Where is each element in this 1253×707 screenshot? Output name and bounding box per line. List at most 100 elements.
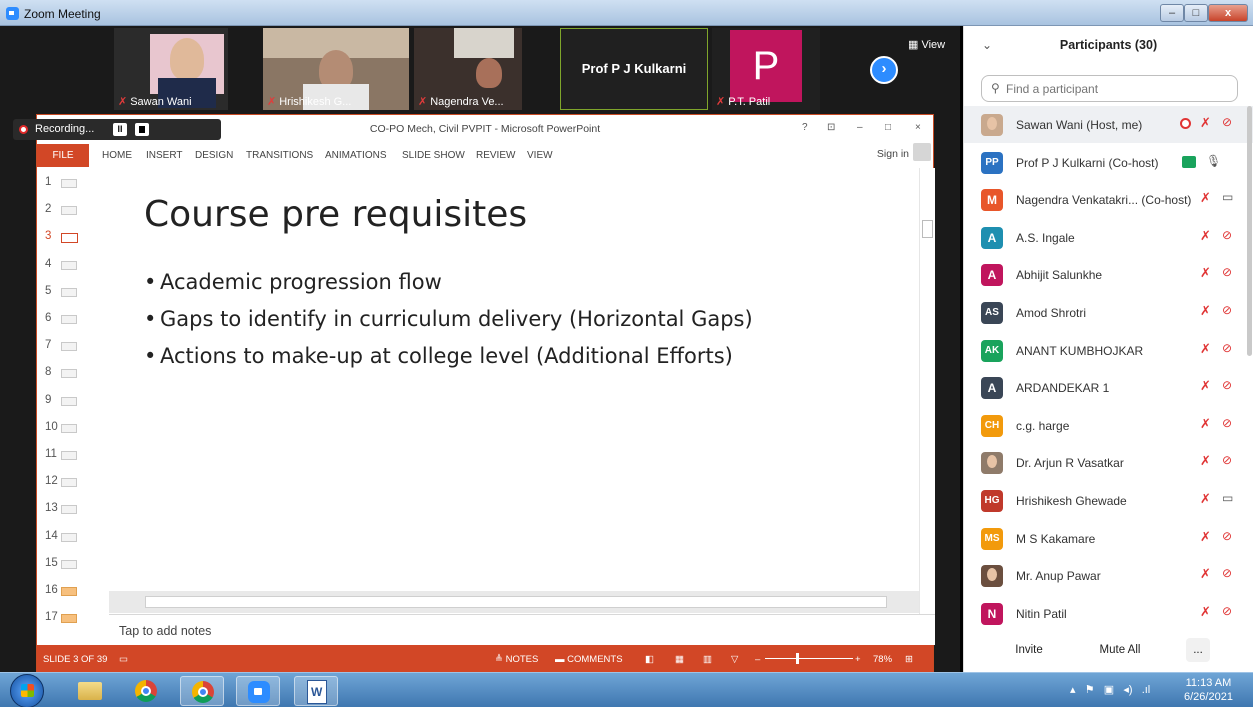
video-off-icon[interactable]: ⊘: [1222, 303, 1232, 317]
video-off-icon[interactable]: ⊘: [1222, 341, 1232, 355]
slideshow-view-icon[interactable]: ▽: [731, 654, 738, 665]
slide-thumbnail-number[interactable]: 8: [45, 366, 51, 378]
slide-bullet[interactable]: • Academic progression flow: [144, 270, 442, 294]
help-button[interactable]: ?: [802, 122, 808, 133]
zoom-slider[interactable]: [765, 658, 853, 659]
ppt-minimize-button[interactable]: –: [857, 122, 863, 133]
participant-row[interactable]: M Nagendra Venkatakri... (Co-host) ✗ ▭: [964, 181, 1253, 218]
slide-thumbnail-number[interactable]: 12: [45, 475, 58, 487]
tab-transitions[interactable]: TRANSITIONS: [246, 150, 313, 161]
slide-vertical-scrollbar[interactable]: [919, 168, 935, 614]
slide-thumbnail-number[interactable]: 5: [45, 285, 51, 297]
slide-thumbnail[interactable]: [61, 587, 77, 596]
mic-on-icon[interactable]: 🎙: [1206, 154, 1221, 168]
muted-mic-icon[interactable]: ✗: [1200, 566, 1211, 582]
video-off-icon[interactable]: ⊘: [1222, 416, 1232, 430]
maximize-button[interactable]: □: [1184, 4, 1208, 22]
muted-mic-icon[interactable]: ✗: [1200, 341, 1211, 357]
video-icon[interactable]: ▭: [1222, 491, 1233, 505]
notes-button[interactable]: ≜ NOTES: [495, 654, 538, 665]
taskbar-word[interactable]: [294, 676, 338, 706]
slide-thumbnail[interactable]: [61, 451, 77, 460]
slide-thumbnail-number[interactable]: 15: [45, 557, 58, 569]
slide-title[interactable]: Course pre requisites: [144, 194, 527, 235]
participant-row[interactable]: N Nitin Patil ✗ ⊘: [964, 595, 1253, 632]
network-icon[interactable]: ▣: [1104, 684, 1114, 696]
system-tray[interactable]: ▴ ⚑ ▣ ◂) .ıl: [1070, 683, 1150, 696]
video-off-icon[interactable]: ⊘: [1222, 453, 1232, 467]
slide-thumbnail-number[interactable]: 9: [45, 394, 51, 406]
scroll-thumb[interactable]: [145, 596, 887, 608]
flag-icon[interactable]: ⚑: [1085, 684, 1095, 696]
video-off-icon[interactable]: ⊘: [1222, 265, 1232, 279]
view-button[interactable]: ▦ View: [908, 38, 945, 51]
slide-thumbnail-number[interactable]: 6: [45, 312, 51, 324]
more-button[interactable]: ...: [1186, 638, 1210, 662]
fit-slide-icon[interactable]: ⊞: [905, 654, 913, 665]
tab-review[interactable]: REVIEW: [476, 150, 515, 161]
slide-thumbnail[interactable]: [61, 315, 77, 324]
slide-thumbnail[interactable]: [61, 614, 77, 624]
slide-thumbnail-number[interactable]: 1: [45, 176, 51, 188]
next-page-arrow-icon[interactable]: ›: [870, 56, 898, 84]
scroll-thumb[interactable]: [922, 220, 933, 238]
file-tab[interactable]: FILE: [37, 144, 89, 167]
zoom-out-button[interactable]: –: [755, 654, 760, 665]
close-button[interactable]: x: [1208, 4, 1248, 22]
clock[interactable]: 11:13 AM 6/26/2021: [1184, 676, 1233, 704]
slide-horizontal-scrollbar[interactable]: [109, 591, 919, 613]
participant-row[interactable]: PP Prof P J Kulkarni (Co-host) 🎙: [964, 144, 1253, 181]
slide-thumbnail-number[interactable]: 2: [45, 203, 51, 215]
slide-thumbnail-number[interactable]: 16: [45, 584, 58, 596]
slide-thumbnail[interactable]: [61, 233, 78, 244]
reading-view-icon[interactable]: ▥: [703, 654, 712, 665]
participant-row[interactable]: AS Amod Shrotri ✗ ⊘: [964, 294, 1253, 331]
slide-thumbnail[interactable]: [61, 369, 77, 379]
zoom-in-button[interactable]: +: [855, 654, 861, 665]
video-icon[interactable]: ▭: [1222, 190, 1233, 204]
taskbar-explorer[interactable]: [68, 676, 112, 706]
video-off-icon[interactable]: ⊘: [1222, 604, 1232, 618]
tab-slide-show[interactable]: SLIDE SHOW: [402, 150, 465, 161]
muted-mic-icon[interactable]: ✗: [1200, 378, 1211, 394]
participant-row[interactable]: Sawan Wani (Host, me) ✗ ⊘: [964, 106, 1253, 143]
notes-pane[interactable]: Tap to add notes: [109, 614, 935, 645]
mute-all-button[interactable]: Mute All: [1090, 638, 1150, 662]
muted-mic-icon[interactable]: ✗: [1200, 453, 1211, 469]
slide-thumbnail-number[interactable]: 13: [45, 502, 58, 514]
participant-row[interactable]: MS M S Kakamare ✗ ⊘: [964, 520, 1253, 557]
video-on-icon[interactable]: [1182, 155, 1196, 168]
participant-row[interactable]: HG Hrishikesh Ghewade ✗ ▭: [964, 482, 1253, 519]
zoom-level[interactable]: 78%: [873, 654, 892, 665]
start-button[interactable]: [10, 674, 44, 707]
slide-thumbnail-number[interactable]: 14: [45, 530, 58, 542]
slide-thumbnail[interactable]: [61, 423, 77, 433]
stop-recording-button[interactable]: [135, 123, 149, 136]
slide-thumbnail[interactable]: [61, 478, 77, 488]
participant-row[interactable]: AK ANANT KUMBHOJKAR ✗ ⊘: [964, 332, 1253, 369]
video-off-icon[interactable]: ⊘: [1222, 529, 1232, 543]
sign-in-link[interactable]: Sign in: [877, 148, 909, 160]
slide-canvas[interactable]: Course pre requisites • Academic progress…: [109, 168, 919, 591]
participant-row[interactable]: A A.S. Ingale ✗ ⊘: [964, 219, 1253, 256]
video-tile-hrishikesh[interactable]: ✗ Hrishikesh G...: [263, 28, 409, 110]
muted-mic-icon[interactable]: ✗: [1200, 604, 1211, 620]
comments-button[interactable]: ▬ COMMENTS: [555, 654, 623, 665]
muted-mic-icon[interactable]: ✗: [1200, 265, 1211, 281]
muted-mic-icon[interactable]: ✗: [1200, 529, 1211, 545]
muted-mic-icon[interactable]: ✗: [1200, 416, 1211, 432]
spelling-icon[interactable]: ▭: [119, 654, 128, 665]
minimize-button[interactable]: –: [1160, 4, 1184, 22]
slide-thumbnail-number[interactable]: 4: [45, 258, 51, 270]
slide-thumbnail-number[interactable]: 17: [45, 611, 58, 623]
account-icon[interactable]: [913, 143, 931, 161]
zoom-slider-handle[interactable]: [796, 653, 799, 664]
slide-thumbnail[interactable]: [61, 559, 77, 569]
participant-search[interactable]: ⚲: [981, 75, 1238, 102]
tab-home[interactable]: HOME: [102, 150, 132, 161]
participant-row[interactable]: Dr. Arjun R Vasatkar ✗ ⊘: [964, 444, 1253, 481]
tab-insert[interactable]: INSERT: [146, 150, 183, 161]
ribbon-display-button[interactable]: ⊡: [827, 122, 835, 133]
volume-icon[interactable]: ◂): [1123, 684, 1132, 696]
participant-row[interactable]: A Abhijit Salunkhe ✗ ⊘: [964, 256, 1253, 293]
